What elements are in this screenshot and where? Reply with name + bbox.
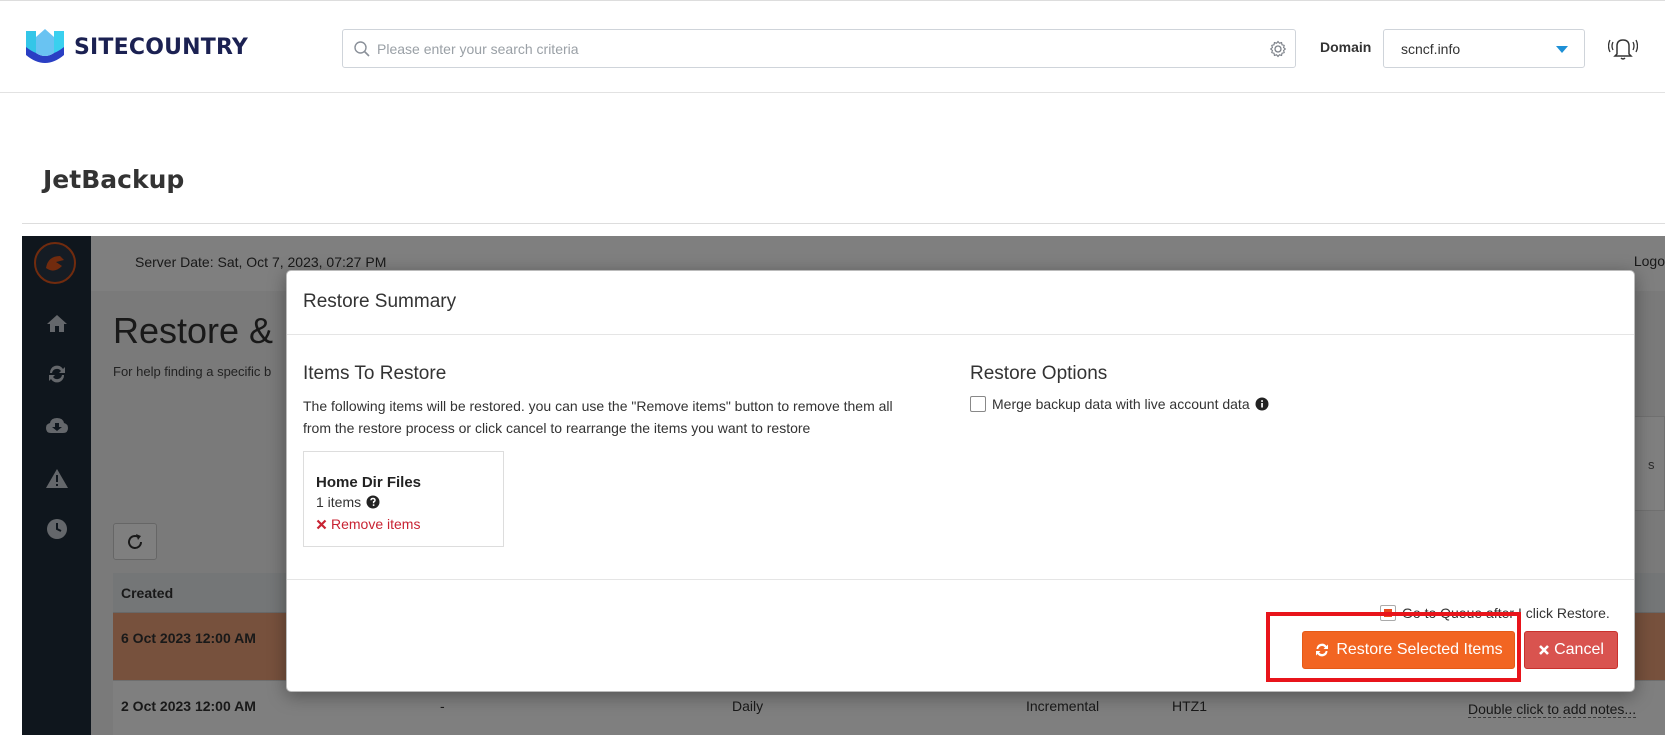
- sitecountry-logo-icon: [26, 29, 64, 63]
- modal-title: Restore Summary: [303, 291, 457, 312]
- restore-item-card: Home Dir Files 1 items Remove items: [303, 451, 504, 547]
- close-icon: [316, 519, 327, 529]
- brand-logo[interactable]: SITECOUNTRY: [22, 27, 248, 67]
- gear-icon[interactable]: [1269, 40, 1287, 58]
- cancel-button-label: Cancel: [1554, 641, 1604, 658]
- divider: [22, 223, 1665, 224]
- search-box[interactable]: [342, 29, 1296, 68]
- merge-option[interactable]: Merge backup data with live account data: [970, 396, 1269, 412]
- items-description: The following items will be restored. yo…: [303, 398, 893, 436]
- question-circle-icon[interactable]: [366, 495, 380, 509]
- info-icon[interactable]: [1255, 397, 1269, 411]
- go-to-queue-label: Go to Queue after I click Restore.: [1402, 605, 1610, 621]
- restore-summary-modal: Restore Summary Items To Restore The fol…: [286, 270, 1635, 692]
- sync-icon: [1316, 643, 1329, 657]
- go-to-queue-checkbox[interactable]: [1380, 605, 1396, 621]
- close-icon: [1539, 645, 1550, 655]
- item-count-text: 1 items: [316, 494, 362, 510]
- search-icon: [354, 41, 370, 57]
- merge-checkbox[interactable]: [970, 396, 986, 412]
- restore-button-label: Restore Selected Items: [1336, 641, 1503, 658]
- restore-selected-items-button[interactable]: Restore Selected Items: [1302, 631, 1515, 669]
- page-title: JetBackup: [43, 165, 185, 194]
- modal-divider: [287, 334, 1634, 335]
- remove-items-link[interactable]: Remove items: [316, 516, 420, 532]
- item-count: 1 items: [316, 494, 380, 510]
- go-to-queue-option[interactable]: Go to Queue after I click Restore.: [1380, 605, 1610, 621]
- domain-select[interactable]: scncf.info: [1383, 29, 1585, 68]
- items-to-restore-title: Items To Restore: [303, 363, 447, 384]
- remove-items-label: Remove items: [331, 516, 421, 532]
- restore-options-title: Restore Options: [970, 363, 1108, 384]
- brand-name: SITECOUNTRY: [74, 34, 249, 60]
- chevron-down-icon: [1556, 46, 1568, 53]
- top-header: SITECOUNTRY Domain scncf.info: [0, 0, 1665, 93]
- item-title: Home Dir Files: [316, 474, 422, 491]
- domain-label: Domain: [1320, 39, 1372, 55]
- cancel-button[interactable]: Cancel: [1524, 631, 1618, 669]
- modal-divider: [287, 579, 1634, 580]
- domain-value: scncf.info: [1401, 41, 1461, 57]
- merge-label: Merge backup data with live account data: [992, 396, 1250, 412]
- search-input[interactable]: [377, 30, 1257, 67]
- notification-bell-icon[interactable]: [1608, 34, 1638, 62]
